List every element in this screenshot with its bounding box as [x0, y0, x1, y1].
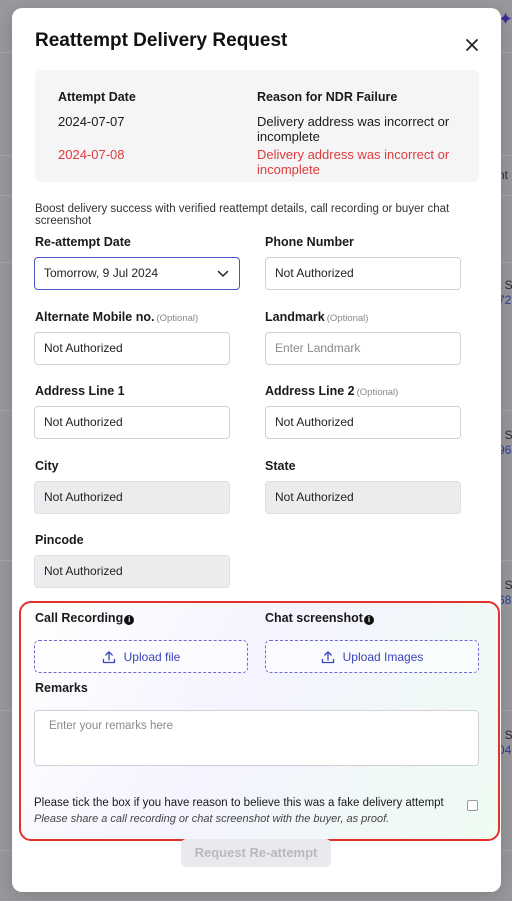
- pincode-label: Pincode: [35, 533, 84, 547]
- close-button[interactable]: [463, 36, 481, 54]
- optional-tag: (Optional): [326, 313, 369, 324]
- reason-cell: Delivery address was incorrect or incomp…: [257, 114, 450, 144]
- city-field: Not Authorized: [34, 481, 230, 514]
- landmark-input[interactable]: Enter Landmark: [265, 332, 461, 365]
- state-label: State: [265, 459, 296, 473]
- request-reattempt-button[interactable]: Request Re-attempt: [181, 839, 331, 867]
- close-icon: [466, 39, 478, 51]
- alt-mobile-label-text: Alternate Mobile no.: [35, 310, 155, 324]
- address2-field[interactable]: Not Authorized: [265, 406, 461, 439]
- alt-mobile-label: Alternate Mobile no. (Optional): [35, 310, 198, 324]
- remarks-label: Remarks: [35, 681, 88, 695]
- call-recording-label-text: Call Recording: [35, 611, 124, 625]
- info-icon[interactable]: i: [124, 615, 135, 625]
- upload-file-button[interactable]: Upload file: [34, 640, 248, 673]
- fake-attempt-checkbox[interactable]: [467, 800, 478, 811]
- state-field: Not Authorized: [265, 481, 461, 514]
- hint-text: Boost delivery success with verified rea…: [35, 203, 450, 227]
- chevron-down-icon: [217, 270, 229, 278]
- fake-attempt-subtext: Please share a call recording or chat sc…: [34, 813, 390, 825]
- upload-images-label: Upload Images: [342, 649, 424, 664]
- alt-mobile-field[interactable]: Not Authorized: [34, 332, 230, 365]
- chat-screenshot-label: Chat screenshot i: [265, 611, 374, 625]
- landmark-label-text: Landmark: [265, 310, 325, 324]
- attempt-date-cell: 2024-07-07: [58, 114, 125, 129]
- optional-tag: (Optional): [156, 313, 199, 324]
- landmark-label: Landmark (Optional): [265, 310, 368, 324]
- col-header-reason: Reason for NDR Failure: [257, 90, 398, 104]
- attempt-date-cell: 2024-07-08: [58, 147, 125, 162]
- remarks-textarea[interactable]: Enter your remarks here: [34, 710, 479, 766]
- reattempt-date-label: Re-attempt Date: [35, 235, 131, 249]
- address2-label: Address Line 2 (Optional): [265, 384, 398, 398]
- ndr-history-table: Attempt Date Reason for NDR Failure 2024…: [35, 70, 479, 182]
- reason-cell: Delivery address was incorrect or incomp…: [257, 147, 450, 177]
- upload-images-button[interactable]: Upload Images: [265, 640, 479, 673]
- upload-icon: [321, 650, 334, 663]
- info-icon[interactable]: i: [363, 615, 374, 625]
- chat-screenshot-label-text: Chat screenshot: [265, 611, 363, 625]
- address1-field[interactable]: Not Authorized: [34, 406, 230, 439]
- reattempt-date-value: Tomorrow, 9 Jul 2024: [44, 266, 159, 280]
- upload-icon: [102, 650, 115, 663]
- call-recording-label: Call Recording i: [35, 611, 135, 625]
- fake-attempt-text: Please tick the box if you have reason t…: [34, 797, 444, 809]
- optional-tag: (Optional): [356, 387, 399, 398]
- city-label: City: [35, 459, 59, 473]
- col-header-attempt-date: Attempt Date: [58, 90, 136, 104]
- phone-label: Phone Number: [265, 235, 354, 249]
- phone-field[interactable]: Not Authorized: [265, 257, 461, 290]
- modal-title: Reattempt Delivery Request: [35, 30, 288, 51]
- reattempt-modal: Reattempt Delivery Request Attempt Date …: [12, 8, 501, 892]
- upload-file-label: Upload file: [123, 649, 181, 664]
- pincode-field: Not Authorized: [34, 555, 230, 588]
- address1-label: Address Line 1: [35, 384, 125, 398]
- reattempt-date-select[interactable]: Tomorrow, 9 Jul 2024: [34, 257, 240, 290]
- address2-label-text: Address Line 2: [265, 384, 355, 398]
